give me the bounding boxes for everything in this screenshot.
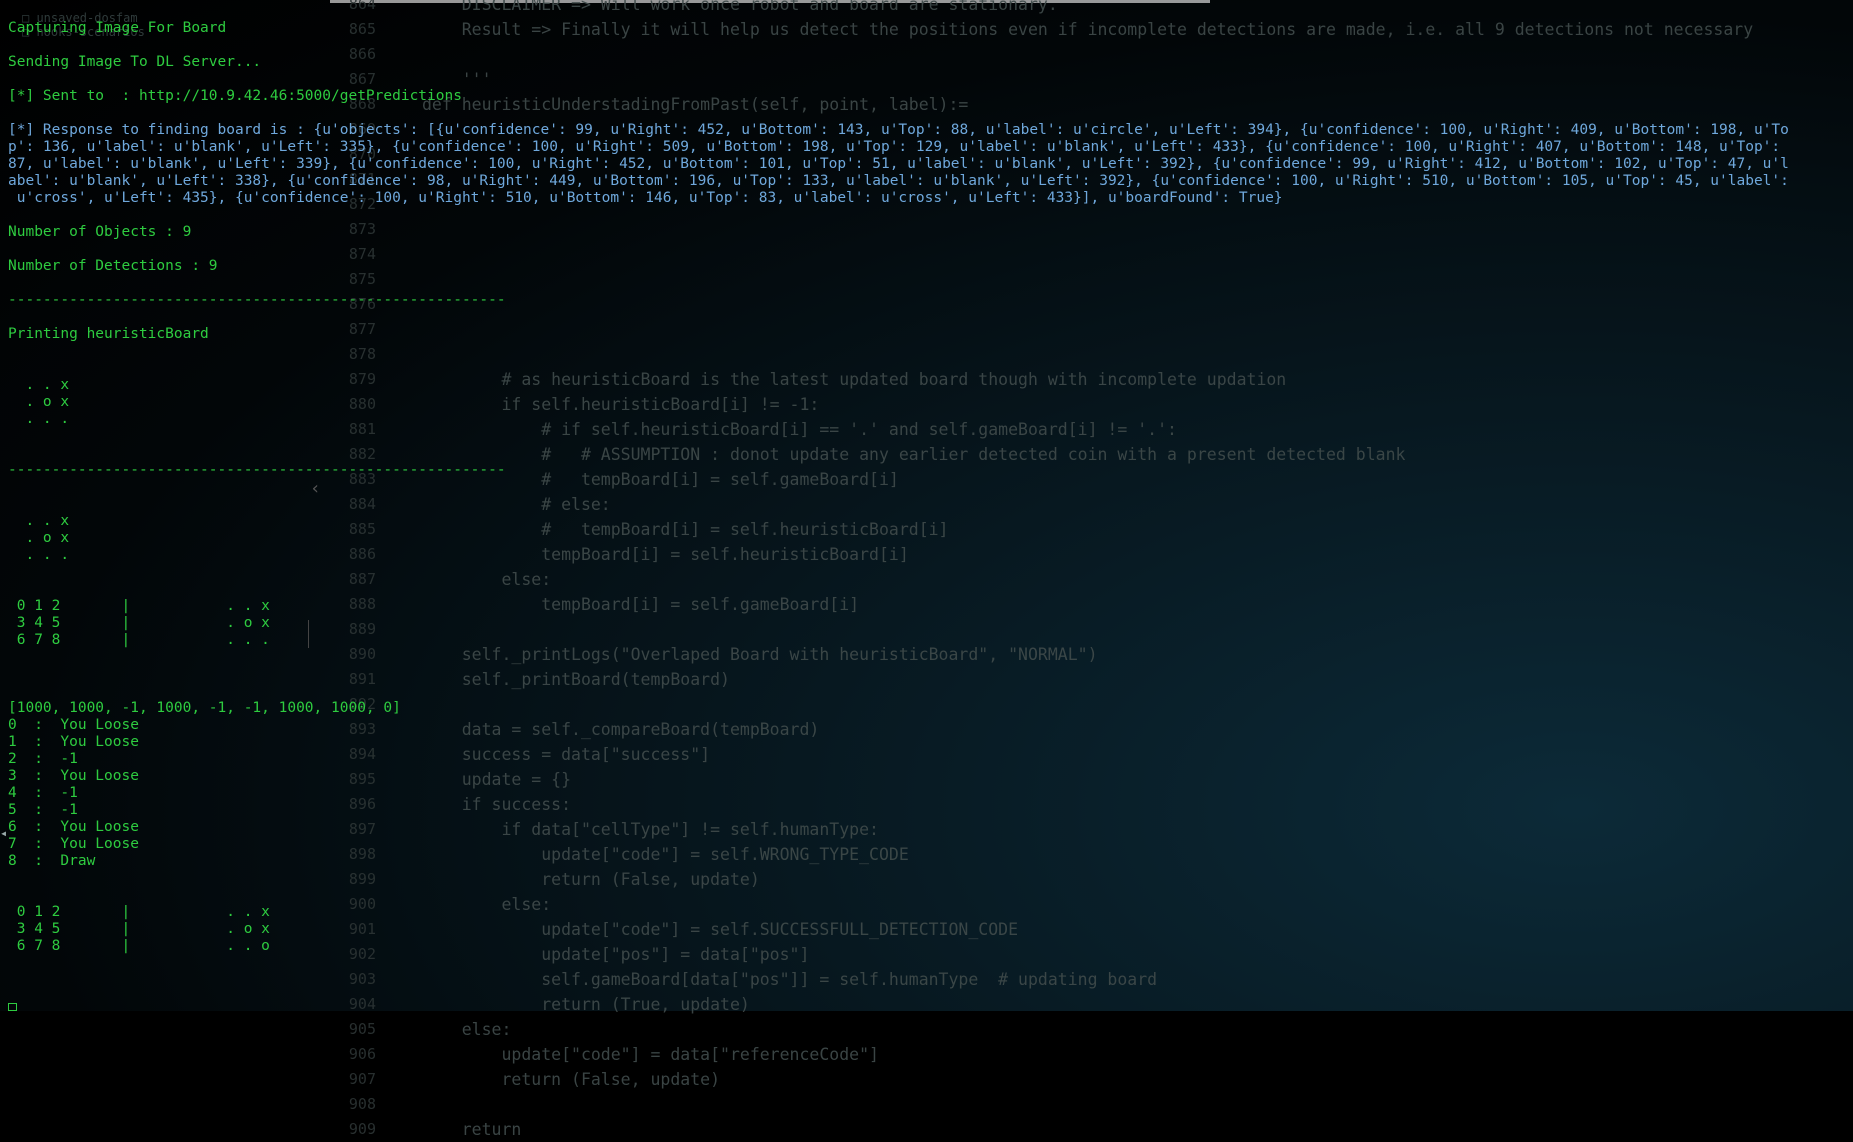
terminal-window[interactable]: □ unsaved-dosfam □ hooks-scenarios Capturi… [0,0,1853,1011]
terminal-line: . . . [8,411,70,427]
terminal-line: 0 1 2 | . . x [8,904,270,920]
terminal-line: Printing heuristicBoard [8,326,209,342]
line-number: 905 [348,1020,376,1038]
side-dock-arrow-icon[interactable]: ◂ [0,826,7,840]
terminal-line: ----------------------------------------… [8,292,506,308]
terminal-line: . . x [8,377,70,393]
terminal-line: 7 : You Loose [8,836,139,852]
terminal-line: 6 7 8 | . . o [8,938,270,954]
terminal-line: . o x [8,530,70,546]
terminal-line: abel': u'blank', u'Left': 338}, {u'confi… [8,173,1789,189]
terminal-line: . . . [8,547,70,563]
terminal-line: Capturing Image For Board [8,20,227,36]
terminal-cursor [8,1003,17,1011]
terminal-line: p': 136, u'label': u'blank', u'Left': 33… [8,139,1781,155]
terminal-line: 3 4 5 | . o x [8,921,270,937]
terminal-line: 6 7 8 | . . . [8,632,270,648]
terminal-line: 87, u'label': u'blank', u'Left': 339}, {… [8,156,1789,172]
code-text: update["code"] = data["referenceCode"] [422,1045,879,1064]
terminal-line: [*] Response to finding board is : {u'ob… [8,122,1789,138]
line-number: 909 [348,1120,376,1138]
terminal-line: 3 4 5 | . o x [8,615,270,631]
line-number: 906 [348,1045,376,1063]
terminal-line: u'cross', u'Left': 435}, {u'confidence':… [8,190,1283,206]
terminal-line: 3 : You Loose [8,768,139,784]
code-text: else: [422,1020,512,1039]
terminal-line: 6 : You Loose [8,819,139,835]
terminal-line: ----------------------------------------… [8,462,506,478]
line-number: 907 [348,1070,376,1088]
code-text: return [422,1120,522,1139]
terminal-line: Sending Image To DL Server... [8,54,262,70]
terminal-line: 5 : -1 [8,802,78,818]
collapse-panel-icon[interactable]: ‹ [310,478,321,499]
terminal-line: . o x [8,394,70,410]
panel-divider[interactable] [308,620,309,648]
terminal-line: 1 : You Loose [8,734,139,750]
terminal-line: Number of Detections : 9 [8,258,218,274]
terminal-line: [1000, 1000, -1, 1000, -1, -1, 1000, 100… [8,700,401,716]
terminal-line: 0 1 2 | . . x [8,598,270,614]
terminal-line: [*] Sent to : http://10.9.42.46:5000/get… [8,88,462,104]
terminal-line: . . x [8,513,70,529]
terminal-line: 8 : Draw [8,853,96,869]
terminal-line: 4 : -1 [8,785,78,801]
line-number: 908 [348,1095,376,1113]
terminal-line: 0 : You Loose [8,717,139,733]
terminal-line: 2 : -1 [8,751,78,767]
terminal-line: Number of Objects : 9 [8,224,192,240]
code-text: return (False, update) [422,1070,721,1089]
